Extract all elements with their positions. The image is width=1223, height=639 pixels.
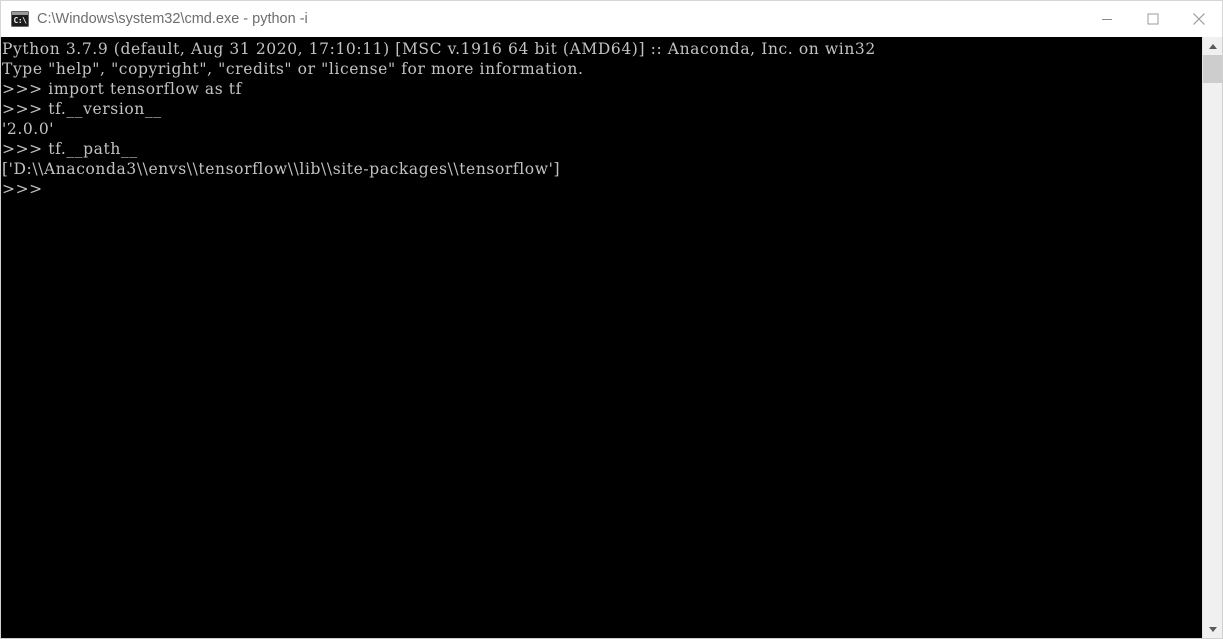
console-line: >>> tf.__version__: [2, 100, 162, 118]
maximize-icon: [1147, 13, 1159, 25]
title-bar[interactable]: C:\ C:\Windows\system32\cmd.exe - python…: [0, 0, 1223, 37]
console-line: '2.0.0': [2, 120, 55, 138]
scrollbar-thumb[interactable]: [1203, 55, 1222, 83]
console-line: ['D:\\Anaconda3\\envs\\tensorflow\\lib\\…: [2, 160, 561, 178]
chevron-down-icon: [1208, 626, 1217, 632]
console-line: Type "help", "copyright", "credits" or "…: [2, 60, 584, 78]
console-text: Python 3.7.9 (default, Aug 31 2020, 17:1…: [2, 39, 1202, 199]
chevron-up-icon: [1208, 43, 1217, 49]
window-controls: [1084, 1, 1222, 37]
scroll-up-button[interactable]: [1203, 37, 1222, 55]
close-icon: [1193, 13, 1205, 25]
cmd-window: C:\ C:\Windows\system32\cmd.exe - python…: [0, 0, 1223, 639]
console-line: >>> import tensorflow as tf: [2, 80, 242, 98]
close-button[interactable]: [1176, 1, 1222, 37]
vertical-scrollbar[interactable]: [1202, 37, 1222, 638]
window-title: C:\Windows\system32\cmd.exe - python -i: [37, 11, 308, 27]
title-bar-left: C:\ C:\Windows\system32\cmd.exe - python…: [1, 11, 1084, 27]
console-line: Python 3.7.9 (default, Aug 31 2020, 17:1…: [2, 40, 876, 58]
scrollbar-track[interactable]: [1203, 55, 1222, 620]
maximize-button[interactable]: [1130, 1, 1176, 37]
console-line-prompt: >>>: [2, 180, 43, 198]
console-output[interactable]: Python 3.7.9 (default, Aug 31 2020, 17:1…: [1, 37, 1202, 638]
console-line: >>> tf.__path__: [2, 140, 138, 158]
scroll-down-button[interactable]: [1203, 620, 1222, 638]
minimize-icon: [1102, 19, 1112, 20]
cmd-icon: C:\: [11, 11, 29, 27]
minimize-button[interactable]: [1084, 1, 1130, 37]
console-area: Python 3.7.9 (default, Aug 31 2020, 17:1…: [0, 37, 1223, 639]
